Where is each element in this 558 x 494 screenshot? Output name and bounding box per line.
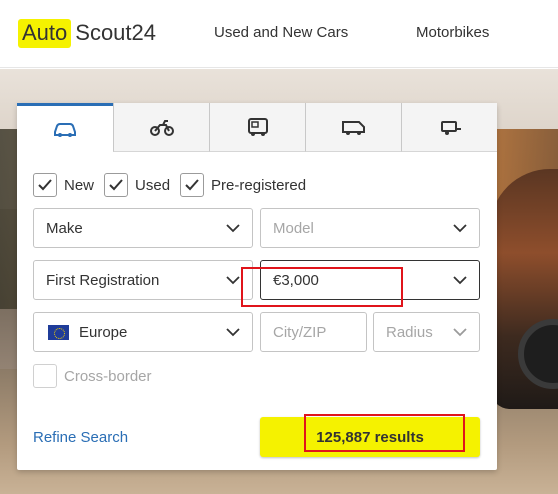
tab-car[interactable] [17,103,113,152]
logo-scout24: Scout24 [75,20,156,45]
first-registration-value: First Registration [46,271,160,289]
checkbox-new-label: New [64,176,95,194]
price-select[interactable]: €3,000 [260,260,480,300]
chevron-down-icon [226,276,240,285]
first-registration-select[interactable]: First Registration [33,260,253,300]
chevron-down-icon [453,328,467,337]
checkbox-cross-border[interactable]: Cross-border [33,364,152,388]
vehicle-type-tabs [17,103,497,152]
chevron-down-icon [453,224,467,233]
chevron-down-icon [226,224,240,233]
camper-icon [247,118,268,136]
model-select-placeholder: Model [273,219,314,237]
make-select[interactable]: Make [33,208,253,248]
checkbox-preregistered-label: Pre-registered [211,176,307,194]
tab-trailer[interactable] [401,103,497,152]
checkbox-used-label: Used [135,176,171,194]
country-select[interactable]: Europe [33,312,253,352]
city-zip-input[interactable]: City/ZIP [260,312,367,352]
tab-camper[interactable] [209,103,305,152]
checkmark-icon [109,179,123,191]
search-panel: New Used Pre-registered Make Model First… [17,103,497,470]
model-select[interactable]: Model [260,208,480,248]
radius-select[interactable]: Radius [373,312,480,352]
eu-flag-icon [48,324,69,340]
country-select-value: Europe [79,323,128,341]
trailer-icon [440,121,461,135]
radius-select-placeholder: Radius [386,323,433,341]
checkbox-used[interactable]: Used [104,173,170,197]
checkbox-preregistered[interactable]: Pre-registered [180,173,306,197]
show-results-button[interactable]: 125,887 results [260,417,480,457]
checkbox-cross-border-label: Cross-border [64,367,152,385]
van-icon [341,121,365,135]
logo-auto: Auto [18,18,72,48]
chevron-down-icon [453,276,467,285]
autoscout24-logo[interactable]: Auto Scout24 [18,18,156,48]
checkbox-new-box[interactable] [33,173,57,197]
refine-search-link[interactable]: Refine Search [33,429,128,446]
make-select-value: Make [46,219,83,237]
checkbox-preregistered-box[interactable] [180,173,205,197]
checkbox-cross-border-box[interactable] [33,364,57,388]
tab-van[interactable] [305,103,401,152]
checkmark-icon [185,179,199,191]
top-header: Auto Scout24 Used and New Cars Motorbike… [0,0,558,68]
motorbike-icon [149,120,174,136]
condition-checkboxes: New Used Pre-registered [33,173,316,197]
chevron-down-icon [226,328,240,337]
checkbox-new[interactable]: New [33,173,94,197]
city-zip-placeholder: City/ZIP [273,323,327,341]
price-select-value: €3,000 [273,271,319,289]
car-icon [54,123,76,137]
tab-motorbike[interactable] [113,103,209,152]
nav-motorbikes[interactable]: Motorbikes [416,24,489,41]
checkmark-icon [38,179,52,191]
nav-used-and-new-cars[interactable]: Used and New Cars [214,24,348,41]
checkbox-used-box[interactable] [104,173,129,197]
